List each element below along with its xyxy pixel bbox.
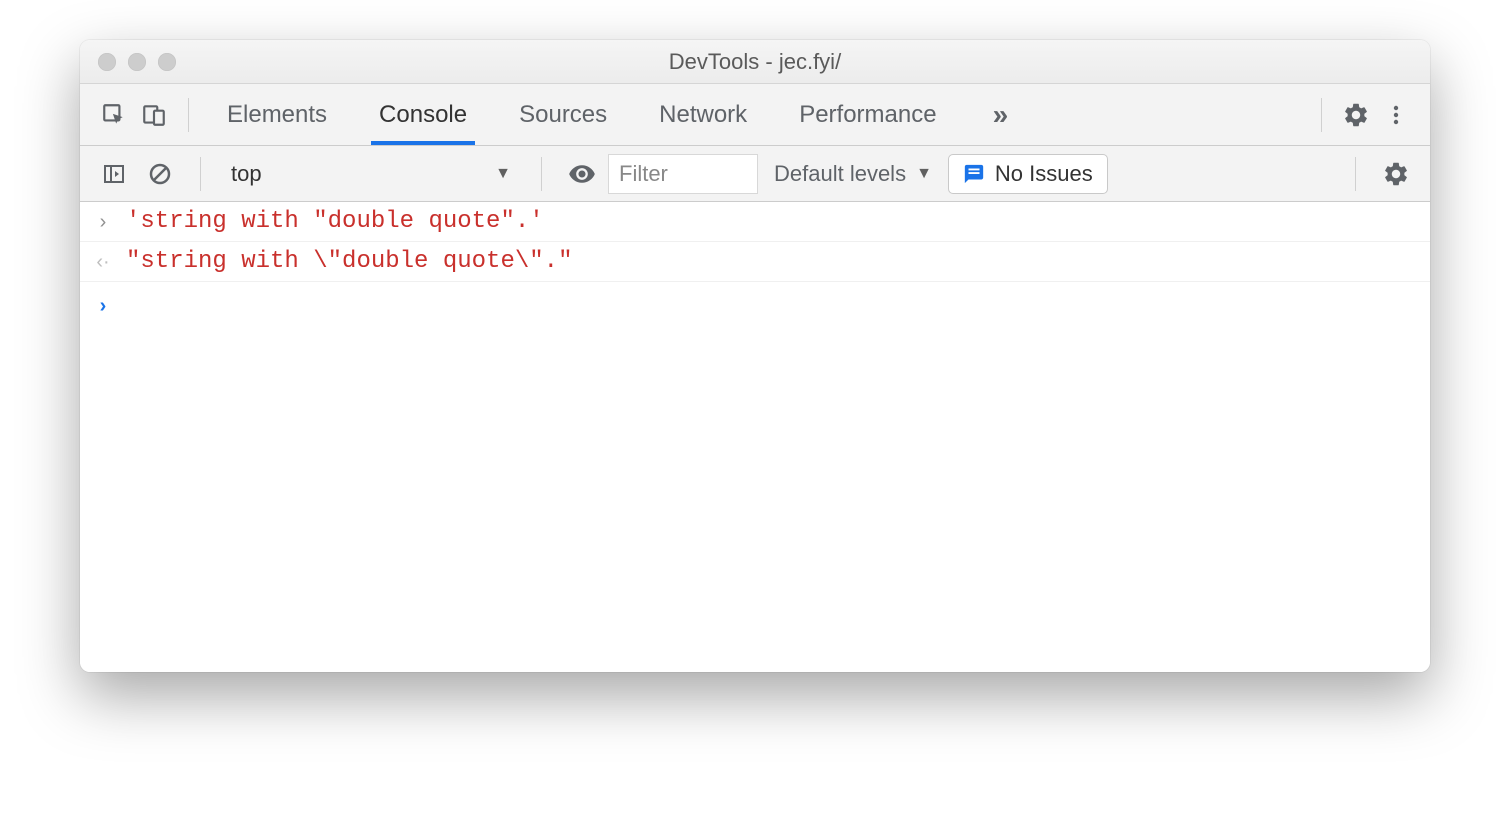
sidebar-toggle-icon[interactable] xyxy=(94,154,134,194)
output-chevron-icon: ‹· xyxy=(92,248,114,274)
divider xyxy=(188,98,189,132)
console-input-text: 'string with "double quote".' xyxy=(126,208,544,235)
console-output-row: ‹· "string with \"double quote\"." xyxy=(80,242,1430,282)
console-output-text: "string with \"double quote\"." xyxy=(126,248,572,275)
devtools-window: DevTools - jec.fyi/ Elements Console Sou… xyxy=(80,40,1430,672)
prompt-chevron-icon: › xyxy=(92,292,114,318)
issues-button[interactable]: No Issues xyxy=(948,154,1108,194)
window-titlebar: DevTools - jec.fyi/ xyxy=(80,40,1430,84)
console-prompt-row[interactable]: › xyxy=(80,282,1430,328)
context-selector[interactable]: top ▼ xyxy=(221,157,521,191)
chevron-down-icon: ▼ xyxy=(495,165,511,183)
inspect-element-icon[interactable] xyxy=(94,95,134,135)
more-menu-icon[interactable] xyxy=(1376,95,1416,135)
tab-network[interactable]: Network xyxy=(651,85,755,145)
tab-performance[interactable]: Performance xyxy=(791,85,944,145)
settings-gear-icon[interactable] xyxy=(1336,95,1376,135)
tab-console[interactable]: Console xyxy=(371,85,475,145)
tab-sources[interactable]: Sources xyxy=(511,85,615,145)
tab-elements[interactable]: Elements xyxy=(219,85,335,145)
console-input-row[interactable]: › 'string with "double quote".' xyxy=(80,202,1430,242)
console-output: › 'string with "double quote".' ‹· "stri… xyxy=(80,202,1430,672)
chevron-down-icon: ▼ xyxy=(916,165,932,183)
live-expression-eye-icon[interactable] xyxy=(562,154,602,194)
filter-input[interactable] xyxy=(608,154,758,194)
console-toolbar: top ▼ Default levels ▼ No Issues xyxy=(80,146,1430,202)
divider xyxy=(541,157,542,191)
close-dot[interactable] xyxy=(98,53,116,71)
clear-console-icon[interactable] xyxy=(140,154,180,194)
divider xyxy=(1321,98,1322,132)
divider xyxy=(200,157,201,191)
maximize-dot[interactable] xyxy=(158,53,176,71)
log-levels-selector[interactable]: Default levels ▼ xyxy=(764,161,942,187)
tabbar-right xyxy=(1307,95,1416,135)
console-settings-gear-icon[interactable] xyxy=(1376,154,1416,194)
log-levels-label: Default levels xyxy=(774,161,906,187)
input-chevron-icon: › xyxy=(92,208,114,234)
issues-icon xyxy=(963,163,985,185)
divider xyxy=(1355,157,1356,191)
device-toggle-icon[interactable] xyxy=(134,95,174,135)
main-tabbar: Elements Console Sources Network Perform… xyxy=(80,84,1430,146)
tabs-container: Elements Console Sources Network Perform… xyxy=(219,85,1307,145)
issues-label: No Issues xyxy=(995,161,1093,187)
window-title: DevTools - jec.fyi/ xyxy=(80,49,1430,75)
traffic-lights xyxy=(80,53,176,71)
context-label: top xyxy=(231,161,262,187)
tabs-overflow-icon[interactable]: » xyxy=(981,99,1021,131)
minimize-dot[interactable] xyxy=(128,53,146,71)
